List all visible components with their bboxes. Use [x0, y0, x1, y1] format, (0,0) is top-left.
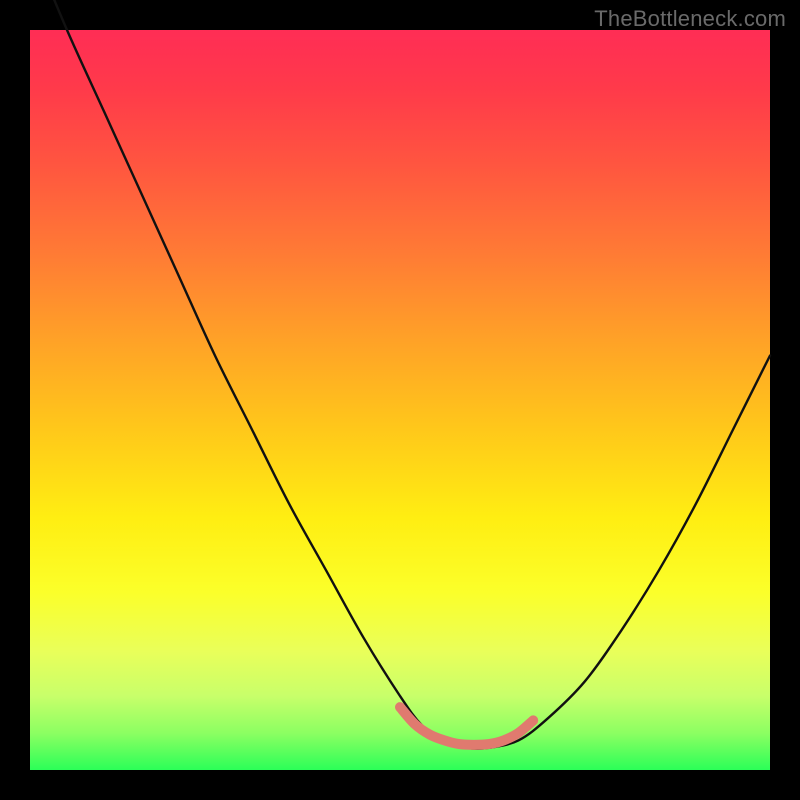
chart-frame: TheBottleneck.com: [0, 0, 800, 800]
highlight-segment: [400, 707, 533, 745]
plot-area: [30, 30, 770, 770]
bottleneck-curve: [30, 0, 770, 749]
chart-svg: [30, 30, 770, 770]
watermark-text: TheBottleneck.com: [594, 6, 786, 32]
